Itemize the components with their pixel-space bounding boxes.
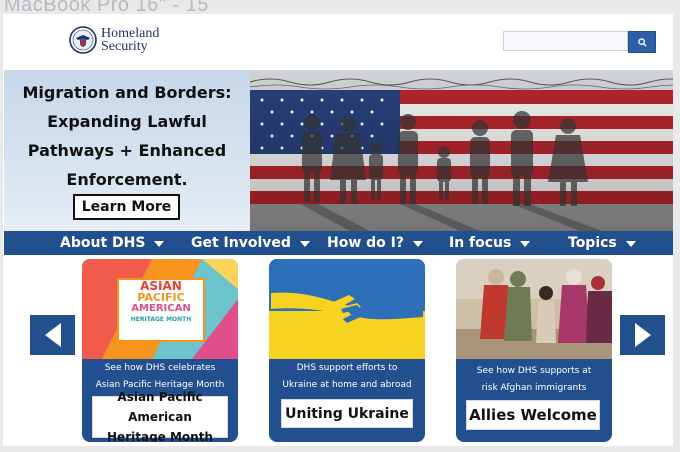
nav-label: Get Involved [191, 235, 291, 251]
nav-label: About DHS [60, 235, 146, 251]
search-icon [637, 37, 647, 47]
card-description: See how DHS supports at risk Afghan immi… [456, 363, 612, 397]
aapi-word: HERITAGE MONTH [130, 316, 192, 323]
nav-topics[interactable]: Topics [568, 231, 636, 255]
hero-title-line: Pathways + Enhanced [27, 141, 227, 160]
carousel-card-afghan: See how DHS supports at risk Afghan immi… [456, 259, 612, 442]
aapi-word: AMERICAN [131, 303, 191, 314]
hero-title-line: Migration and Borders: [22, 83, 232, 102]
nav-how-do-i[interactable]: How do I? [327, 231, 423, 255]
card-button-line: Allies Welcome [469, 406, 597, 424]
chevron-down-icon [625, 241, 636, 247]
logo-line-2: Security [101, 39, 148, 54]
logo-wordmark: Homeland Security [101, 27, 159, 54]
search-input[interactable] [503, 31, 628, 51]
chevron-down-icon [413, 241, 423, 247]
card-button-line: Uniting Ukraine [285, 405, 409, 422]
main-nav: About DHS Get Involved How do I? In focu… [4, 231, 673, 255]
dhs-homepage: Homeland Security Migration and Borders:… [3, 14, 673, 446]
search-bar [503, 31, 656, 53]
nav-label: How do I? [327, 235, 404, 251]
chevron-down-icon [299, 241, 310, 247]
aapi-heritage-button[interactable]: Asian Pacific American Heritage Month [92, 390, 228, 442]
nav-label: Topics [568, 235, 617, 251]
dhs-seal-icon [69, 26, 97, 54]
carousel-card-ukraine: DHS support efforts to Ukraine at home a… [269, 259, 425, 442]
hero-text-panel: Migration and Borders: Expanding Lawful … [4, 70, 250, 231]
card-desc-line: DHS support efforts to [296, 363, 398, 373]
card-description: DHS support efforts to Ukraine at home a… [269, 360, 425, 394]
nav-get-involved[interactable]: Get Involved [191, 231, 310, 255]
nav-label: In focus [449, 235, 512, 251]
search-button[interactable] [628, 31, 656, 53]
nav-about-dhs[interactable]: About DHS [60, 231, 165, 255]
nav-in-focus[interactable]: In focus [449, 231, 531, 255]
hero-flag-wall-image [250, 70, 673, 231]
chevron-down-icon [520, 241, 531, 247]
ukraine-hands-image [269, 259, 425, 359]
arrow-left-icon [44, 323, 61, 347]
carousel-card-aapi: ASIAN PACIFIC AMERICAN HERITAGE MONTH Se… [82, 259, 238, 442]
arrow-right-icon [634, 323, 651, 347]
uniting-ukraine-button[interactable]: Uniting Ukraine [281, 399, 413, 428]
aapi-word: PACIFIC [137, 291, 185, 304]
card-desc-line: risk Afghan immigrants [481, 383, 587, 393]
hero-banner: Migration and Borders: Expanding Lawful … [4, 70, 673, 231]
device-bezel: MacBook Pro 16" - 15 [0, 0, 680, 16]
card-desc-line: See how DHS supports at [476, 366, 592, 376]
card-desc-line: See how DHS celebrates [104, 363, 216, 373]
allies-welcome-button[interactable]: Allies Welcome [466, 400, 600, 430]
chevron-down-icon [154, 241, 165, 247]
card-desc-line: Ukraine at home and abroad [282, 380, 412, 390]
learn-more-button[interactable]: Learn More [73, 194, 180, 220]
card-button-line: Asian Pacific American [117, 390, 203, 424]
hero-title-line: Expanding Lawful [47, 112, 207, 131]
carousel-next-button[interactable] [620, 315, 665, 355]
dhs-logo[interactable]: Homeland Security [69, 26, 159, 54]
carousel-prev-button[interactable] [30, 315, 75, 355]
hero-title: Migration and Borders: Expanding Lawful … [4, 78, 250, 194]
afghan-allies-image [456, 259, 612, 359]
aapi-image-text: ASIAN PACIFIC AMERICAN HERITAGE MONTH [118, 280, 204, 325]
card-button-line: Heritage Month [107, 430, 213, 442]
hero-title-line: Enforcement. [66, 170, 188, 189]
